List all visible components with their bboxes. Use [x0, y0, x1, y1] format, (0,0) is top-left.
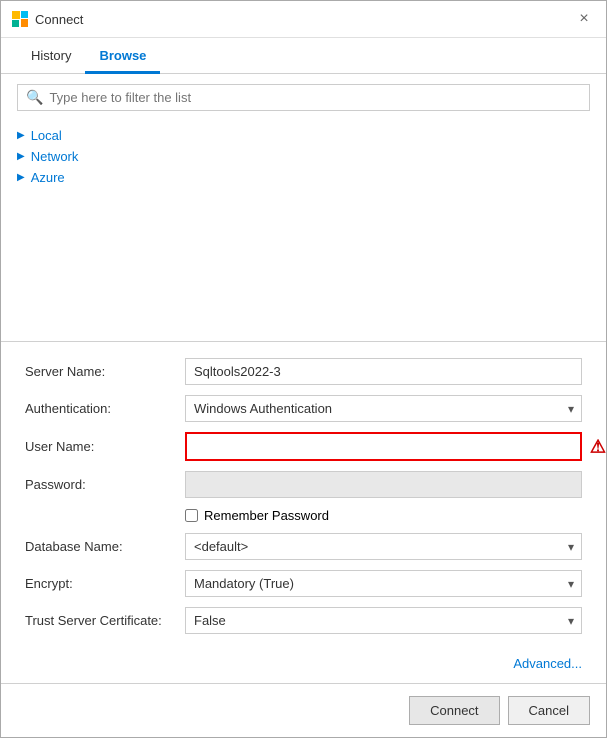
password-label: Password:: [25, 477, 185, 492]
encrypt-row: Encrypt: Mandatory (True) Optional (Fals…: [25, 570, 582, 597]
chevron-right-icon: ▶: [17, 130, 25, 141]
tree-item-label: Local: [31, 128, 62, 143]
password-control: [185, 471, 582, 498]
tree-item-label: Network: [31, 149, 79, 164]
username-label: User Name:: [25, 439, 185, 454]
remember-password-label: Remember Password: [204, 508, 329, 523]
tree-item-local[interactable]: ▶ Local: [17, 125, 590, 146]
username-input[interactable]: [185, 432, 582, 461]
advanced-link[interactable]: Advanced...: [513, 656, 582, 671]
search-bar[interactable]: 🔍: [17, 84, 590, 111]
encrypt-select[interactable]: Mandatory (True) Optional (False) Strict…: [185, 570, 582, 597]
username-control: ⚠: [185, 432, 582, 461]
server-name-input[interactable]: [185, 358, 582, 385]
search-icon: 🔍: [26, 89, 43, 106]
server-name-label: Server Name:: [25, 364, 185, 379]
chevron-right-icon: ▶: [17, 172, 25, 183]
section-divider: [1, 341, 606, 342]
title-bar: Connect ×: [1, 1, 606, 38]
trust-cert-select-wrapper: False True: [185, 607, 582, 634]
advanced-row: Advanced...: [1, 652, 606, 679]
window-title: Connect: [35, 12, 572, 27]
authentication-row: Authentication: Windows Authentication S…: [25, 395, 582, 422]
server-name-control: [185, 358, 582, 385]
connect-window: Connect × History Browse 🔍 ▶ Local ▶ Net…: [0, 0, 607, 738]
database-name-select-wrapper: <default>: [185, 533, 582, 560]
authentication-label: Authentication:: [25, 401, 185, 416]
username-row: User Name: ⚠: [25, 432, 582, 461]
database-name-select[interactable]: <default>: [185, 533, 582, 560]
password-input: [185, 471, 582, 498]
connection-form: Server Name: Authentication: Windows Aut…: [1, 358, 606, 652]
tab-browse[interactable]: Browse: [85, 38, 160, 74]
footer-buttons: Connect Cancel: [1, 684, 606, 737]
tree-item-azure[interactable]: ▶ Azure: [17, 167, 590, 188]
cancel-button[interactable]: Cancel: [508, 696, 590, 725]
password-row: Password:: [25, 471, 582, 498]
server-name-row: Server Name:: [25, 358, 582, 385]
tree-item-label: Azure: [31, 170, 65, 185]
tree-item-network[interactable]: ▶ Network: [17, 146, 590, 167]
authentication-select[interactable]: Windows Authentication SQL Server Authen…: [185, 395, 582, 422]
error-icon: ⚠: [590, 436, 606, 457]
search-input[interactable]: [49, 90, 581, 105]
tab-history[interactable]: History: [17, 38, 85, 74]
remember-password-row: Remember Password: [25, 508, 582, 523]
trust-cert-row: Trust Server Certificate: False True: [25, 607, 582, 634]
chevron-right-icon: ▶: [17, 151, 25, 162]
trust-cert-select[interactable]: False True: [185, 607, 582, 634]
close-button[interactable]: ×: [572, 7, 596, 31]
app-icon: [11, 10, 29, 28]
database-name-row: Database Name: <default>: [25, 533, 582, 560]
encrypt-label: Encrypt:: [25, 576, 185, 591]
tree-section: ▶ Local ▶ Network ▶ Azure: [1, 121, 606, 200]
encrypt-select-wrapper: Mandatory (True) Optional (False) Strict…: [185, 570, 582, 597]
authentication-select-wrapper: Windows Authentication SQL Server Authen…: [185, 395, 582, 422]
database-name-label: Database Name:: [25, 539, 185, 554]
connect-button[interactable]: Connect: [409, 696, 499, 725]
trust-cert-label: Trust Server Certificate:: [25, 613, 185, 628]
remember-password-checkbox[interactable]: [185, 509, 198, 522]
tab-bar: History Browse: [1, 38, 606, 74]
